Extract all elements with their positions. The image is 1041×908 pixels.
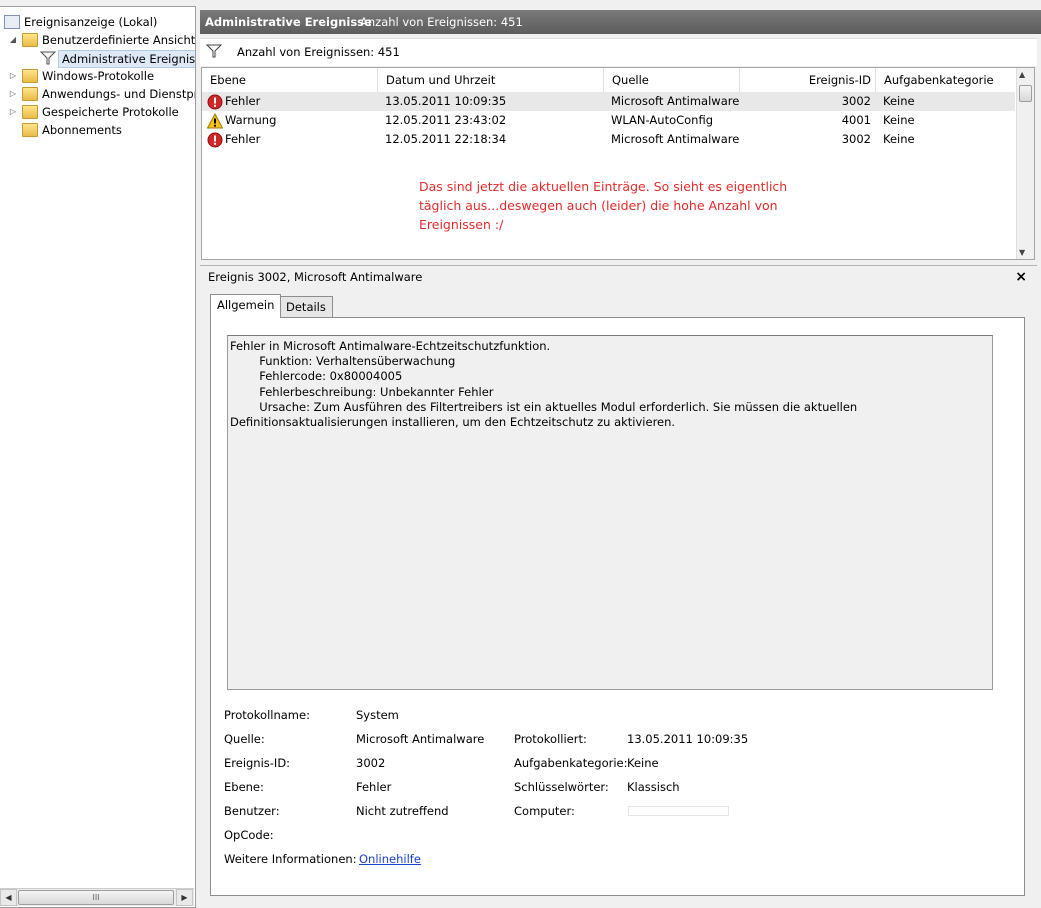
scroll-up-icon[interactable]: ▲ xyxy=(1019,70,1025,79)
detail-header: Ereignis 3002, Microsoft Antimalware × xyxy=(200,265,1037,287)
label-logged: Protokolliert: xyxy=(514,732,587,746)
folder-icon xyxy=(22,87,38,101)
event-count: Anzahl von Ereignissen: 451 xyxy=(360,15,523,29)
scroll-left-icon[interactable]: ◀ xyxy=(0,889,17,906)
expand-arrow-icon[interactable]: ▷ xyxy=(8,103,18,121)
column-header-source[interactable]: Quelle xyxy=(604,68,740,92)
cell-category: Keine xyxy=(883,94,915,108)
folder-icon xyxy=(22,105,38,119)
label-level: Ebene: xyxy=(224,780,264,794)
cell-event-id: 4001 xyxy=(841,113,871,127)
detail-title: Ereignis 3002, Microsoft Antimalware xyxy=(208,270,423,284)
value-task-category: Keine xyxy=(627,756,659,770)
event-message-text[interactable]: Fehler in Microsoft Antimalware-Echtzeit… xyxy=(227,335,993,690)
label-more-info: Weitere Informationen: xyxy=(224,852,357,866)
folder-icon xyxy=(22,33,38,47)
cell-datetime: 13.05.2011 10:09:35 xyxy=(385,94,507,108)
events-vertical-scrollbar[interactable]: ▲ ▼ xyxy=(1016,68,1034,259)
error-icon xyxy=(207,132,223,148)
label-keywords: Schlüsselwörter: xyxy=(514,780,609,794)
view-header: Administrative Ereignisse Anzahl von Ere… xyxy=(200,10,1041,34)
annotation-text: Das sind jetzt die aktuellen Einträge. S… xyxy=(419,179,788,232)
event-viewer-icon xyxy=(4,15,20,29)
scroll-right-icon[interactable]: ▶ xyxy=(176,889,193,906)
label-source: Quelle: xyxy=(224,732,265,746)
filter-icon xyxy=(40,51,56,65)
cell-category: Keine xyxy=(883,113,915,127)
label-event-id: Ereignis-ID: xyxy=(224,756,291,770)
general-tab-panel: Fehler in Microsoft Antimalware-Echtzeit… xyxy=(210,317,1025,896)
label-opcode: OpCode: xyxy=(224,828,274,842)
detail-panel: Allgemein Details Fehler in Microsoft An… xyxy=(200,287,1037,908)
folder-icon xyxy=(22,123,38,137)
label-computer: Computer: xyxy=(514,804,575,818)
filter-bar: Anzahl von Ereignissen: 451 xyxy=(200,38,1037,66)
tab-details[interactable]: Details xyxy=(279,296,333,318)
scroll-thumb[interactable]: III xyxy=(18,890,174,905)
scroll-thumb[interactable] xyxy=(1019,85,1032,102)
tree-horizontal-scrollbar[interactable]: ◀ III ▶ xyxy=(0,888,194,906)
cell-level: Fehler xyxy=(225,132,261,146)
scroll-down-icon[interactable]: ▼ xyxy=(1019,248,1025,257)
cell-source: WLAN-AutoConfig xyxy=(611,113,714,127)
value-user: Nicht zutreffend xyxy=(356,804,449,818)
online-help-link[interactable]: Onlinehilfe xyxy=(359,852,421,866)
navigation-tree: Ereignisanzeige (Lokal) ◢ Benutzerdefini… xyxy=(0,6,196,908)
label-log-name: Protokollname: xyxy=(224,708,310,722)
collapse-arrow-icon[interactable]: ◢ xyxy=(8,31,18,49)
value-log-name: System xyxy=(356,708,399,722)
events-list: Ebene Datum und Uhrzeit Quelle Ereignis-… xyxy=(201,67,1035,260)
cell-level: Warnung xyxy=(225,113,277,127)
column-header-datetime[interactable]: Datum und Uhrzeit xyxy=(378,68,604,92)
value-source: Microsoft Antimalware xyxy=(356,732,485,746)
value-keywords: Klassisch xyxy=(627,780,680,794)
filter-count-text: Anzahl von Ereignissen: 451 xyxy=(237,45,400,59)
table-row[interactable]: Warnung 12.05.2011 23:43:02 WLAN-AutoCon… xyxy=(202,111,1015,130)
error-icon xyxy=(207,94,223,110)
column-header-level[interactable]: Ebene xyxy=(202,68,378,92)
warning-icon xyxy=(207,113,223,129)
cell-level: Fehler xyxy=(225,94,261,108)
value-level: Fehler xyxy=(356,780,392,794)
table-row[interactable]: Fehler 12.05.2011 22:18:34 Microsoft Ant… xyxy=(202,130,1015,149)
cell-event-id: 3002 xyxy=(841,94,871,108)
tab-general[interactable]: Allgemein xyxy=(210,294,282,318)
cell-category: Keine xyxy=(883,132,915,146)
value-event-id: 3002 xyxy=(356,756,386,770)
value-computer-redacted xyxy=(628,806,729,816)
cell-source: Microsoft Antimalware xyxy=(611,94,740,108)
folder-icon xyxy=(22,69,38,83)
cell-event-id: 3002 xyxy=(841,132,871,146)
filter-icon xyxy=(206,44,222,58)
value-logged: 13.05.2011 10:09:35 xyxy=(627,732,749,746)
label-task-category: Aufgabenkategorie: xyxy=(514,756,628,770)
label-user: Benutzer: xyxy=(224,804,280,818)
cell-datetime: 12.05.2011 22:18:34 xyxy=(385,132,507,146)
view-title: Administrative Ereignisse xyxy=(205,15,372,29)
expand-arrow-icon[interactable]: ▷ xyxy=(8,67,18,85)
close-icon[interactable]: × xyxy=(1015,266,1027,288)
table-row[interactable]: Fehler 13.05.2011 10:09:35 Microsoft Ant… xyxy=(202,92,1015,111)
expand-arrow-icon[interactable]: ▷ xyxy=(8,85,18,103)
cell-source: Microsoft Antimalware xyxy=(611,132,740,146)
cell-datetime: 12.05.2011 23:43:02 xyxy=(385,113,507,127)
column-header-task-category[interactable]: Aufgabenkategorie xyxy=(876,68,1016,92)
column-header-event-id[interactable]: Ereignis-ID xyxy=(740,68,876,92)
